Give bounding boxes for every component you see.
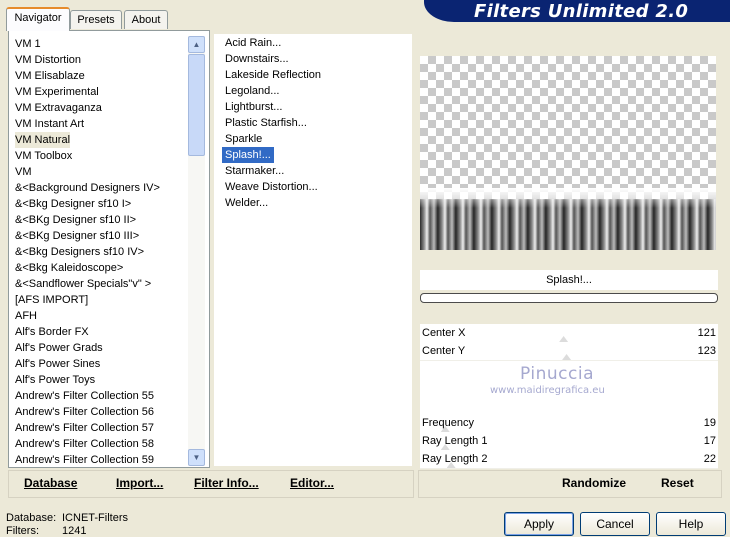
- category-scrollbar[interactable]: ▲ ▼: [188, 36, 205, 466]
- category-item[interactable]: &<Sandflower Specials"v" >: [15, 276, 151, 292]
- param-slider[interactable]: Center X 121: [420, 324, 718, 343]
- category-item[interactable]: &<Bkg Designers sf10 IV>: [15, 244, 144, 260]
- param-value: 19: [703, 417, 716, 429]
- category-item[interactable]: Andrew's Filter Collection 56: [15, 404, 154, 420]
- category-item[interactable]: Alf's Power Toys: [15, 372, 95, 388]
- watermark-text: Pinuccia: [520, 364, 594, 384]
- filter-item[interactable]: Lightburst...: [222, 99, 285, 115]
- param-label: Center Y: [422, 345, 466, 357]
- category-item[interactable]: VM Distortion: [15, 52, 81, 68]
- filter-list[interactable]: Acid Rain... Downstairs... Lakeside Reflec…: [214, 34, 412, 466]
- progress-bar: [420, 293, 718, 303]
- param-value: 22: [703, 453, 716, 465]
- category-item[interactable]: VM Natural: [15, 132, 71, 148]
- category-item[interactable]: VM Toolbox: [15, 148, 72, 164]
- filter-item[interactable]: Lakeside Reflection: [222, 67, 324, 83]
- tab-presets[interactable]: Presets: [70, 10, 122, 29]
- category-item[interactable]: Andrew's Filter Collection 55: [15, 388, 154, 404]
- category-item[interactable]: &<BKg Designer sf10 II>: [15, 212, 136, 228]
- filter-item[interactable]: Sparkle: [222, 131, 265, 147]
- preview-image: [420, 56, 716, 250]
- app-title: Filters Unlimited 2.0: [474, 1, 689, 22]
- selected-filter-name: Splash!...: [420, 270, 718, 290]
- filter-info-button[interactable]: Filter Info...: [194, 476, 259, 490]
- filter-item[interactable]: Legoland...: [222, 83, 282, 99]
- editor-button[interactable]: Editor...: [290, 476, 334, 490]
- filter-item[interactable]: Plastic Starfish...: [222, 115, 310, 131]
- watermark-url: www.maidiregrafica.eu: [490, 385, 605, 396]
- tab-navigator[interactable]: Navigator: [6, 7, 70, 31]
- reset-button[interactable]: Reset: [661, 476, 694, 490]
- category-item[interactable]: Andrew's Filter Collection 57: [15, 420, 154, 436]
- category-item[interactable]: Alf's Power Sines: [15, 356, 100, 372]
- category-item[interactable]: Andrew's Filter Collection 58: [15, 436, 154, 452]
- category-item[interactable]: VM Elisablaze: [15, 68, 85, 84]
- param-label: Ray Length 2: [422, 453, 488, 465]
- param-value: 121: [697, 327, 716, 339]
- tab-about[interactable]: About: [124, 10, 168, 29]
- param-slider[interactable]: Ray Length 2 22: [420, 450, 718, 469]
- param-value: 17: [703, 435, 716, 447]
- param-label: Frequency: [422, 417, 474, 429]
- filter-item[interactable]: Weave Distortion...: [222, 179, 321, 195]
- help-button[interactable]: Help: [656, 512, 726, 536]
- filter-item[interactable]: Acid Rain...: [222, 35, 284, 51]
- slider-marker-icon[interactable]: [562, 354, 572, 360]
- param-slider[interactable]: Frequency 19: [420, 414, 718, 433]
- filter-item[interactable]: Downstairs...: [222, 51, 292, 67]
- filter-item[interactable]: Welder...: [222, 195, 271, 211]
- filter-item[interactable]: Starmaker...: [222, 163, 287, 179]
- category-item[interactable]: &<Bkg Designer sf10 I>: [15, 196, 131, 212]
- scroll-thumb[interactable]: [188, 54, 205, 156]
- param-slider[interactable]: Ray Length 1 17: [420, 432, 718, 451]
- scroll-up-icon[interactable]: ▲: [188, 36, 205, 53]
- category-item[interactable]: VM: [15, 164, 32, 180]
- category-item[interactable]: VM 1: [15, 36, 41, 52]
- randomize-button[interactable]: Randomize: [562, 476, 626, 490]
- param-value: 123: [697, 345, 716, 357]
- category-item[interactable]: &<Bkg Kaleidoscope>: [15, 260, 123, 276]
- category-item[interactable]: AFH: [15, 308, 37, 324]
- category-item[interactable]: VM Extravaganza: [15, 100, 102, 116]
- category-item[interactable]: [AFS IMPORT]: [15, 292, 88, 308]
- status-database-value: ICNET-Filters: [62, 512, 128, 524]
- param-label: Ray Length 1: [422, 435, 488, 447]
- apply-button[interactable]: Apply: [504, 512, 574, 536]
- category-item[interactable]: &<BKg Designer sf10 III>: [15, 228, 139, 244]
- status-filters-value: 1241: [62, 525, 87, 537]
- category-item[interactable]: VM Instant Art: [15, 116, 84, 132]
- scroll-down-icon[interactable]: ▼: [188, 449, 205, 466]
- category-item[interactable]: Alf's Border FX: [15, 324, 89, 340]
- database-button[interactable]: Database: [24, 476, 77, 490]
- category-list[interactable]: VM 1 VM Distortion VM Elisablaze VM Experim…: [8, 30, 210, 468]
- param-label: Center X: [422, 327, 466, 339]
- param-slider[interactable]: Center Y 123: [420, 342, 718, 361]
- category-item[interactable]: Andrew's Filter Collection 59: [15, 452, 154, 468]
- cancel-button[interactable]: Cancel: [580, 512, 650, 536]
- empty-param-row: [420, 396, 718, 415]
- preview-fade: [420, 188, 716, 208]
- category-item[interactable]: Alf's Power Grads: [15, 340, 103, 356]
- filter-item[interactable]: Splash!...: [222, 147, 274, 163]
- status-database-label: Database:: [6, 512, 57, 524]
- status-filters-label: Filters:: [6, 525, 39, 537]
- category-item[interactable]: VM Experimental: [15, 84, 99, 100]
- import-button[interactable]: Import...: [116, 476, 163, 490]
- category-item[interactable]: &<Background Designers IV>: [15, 180, 160, 196]
